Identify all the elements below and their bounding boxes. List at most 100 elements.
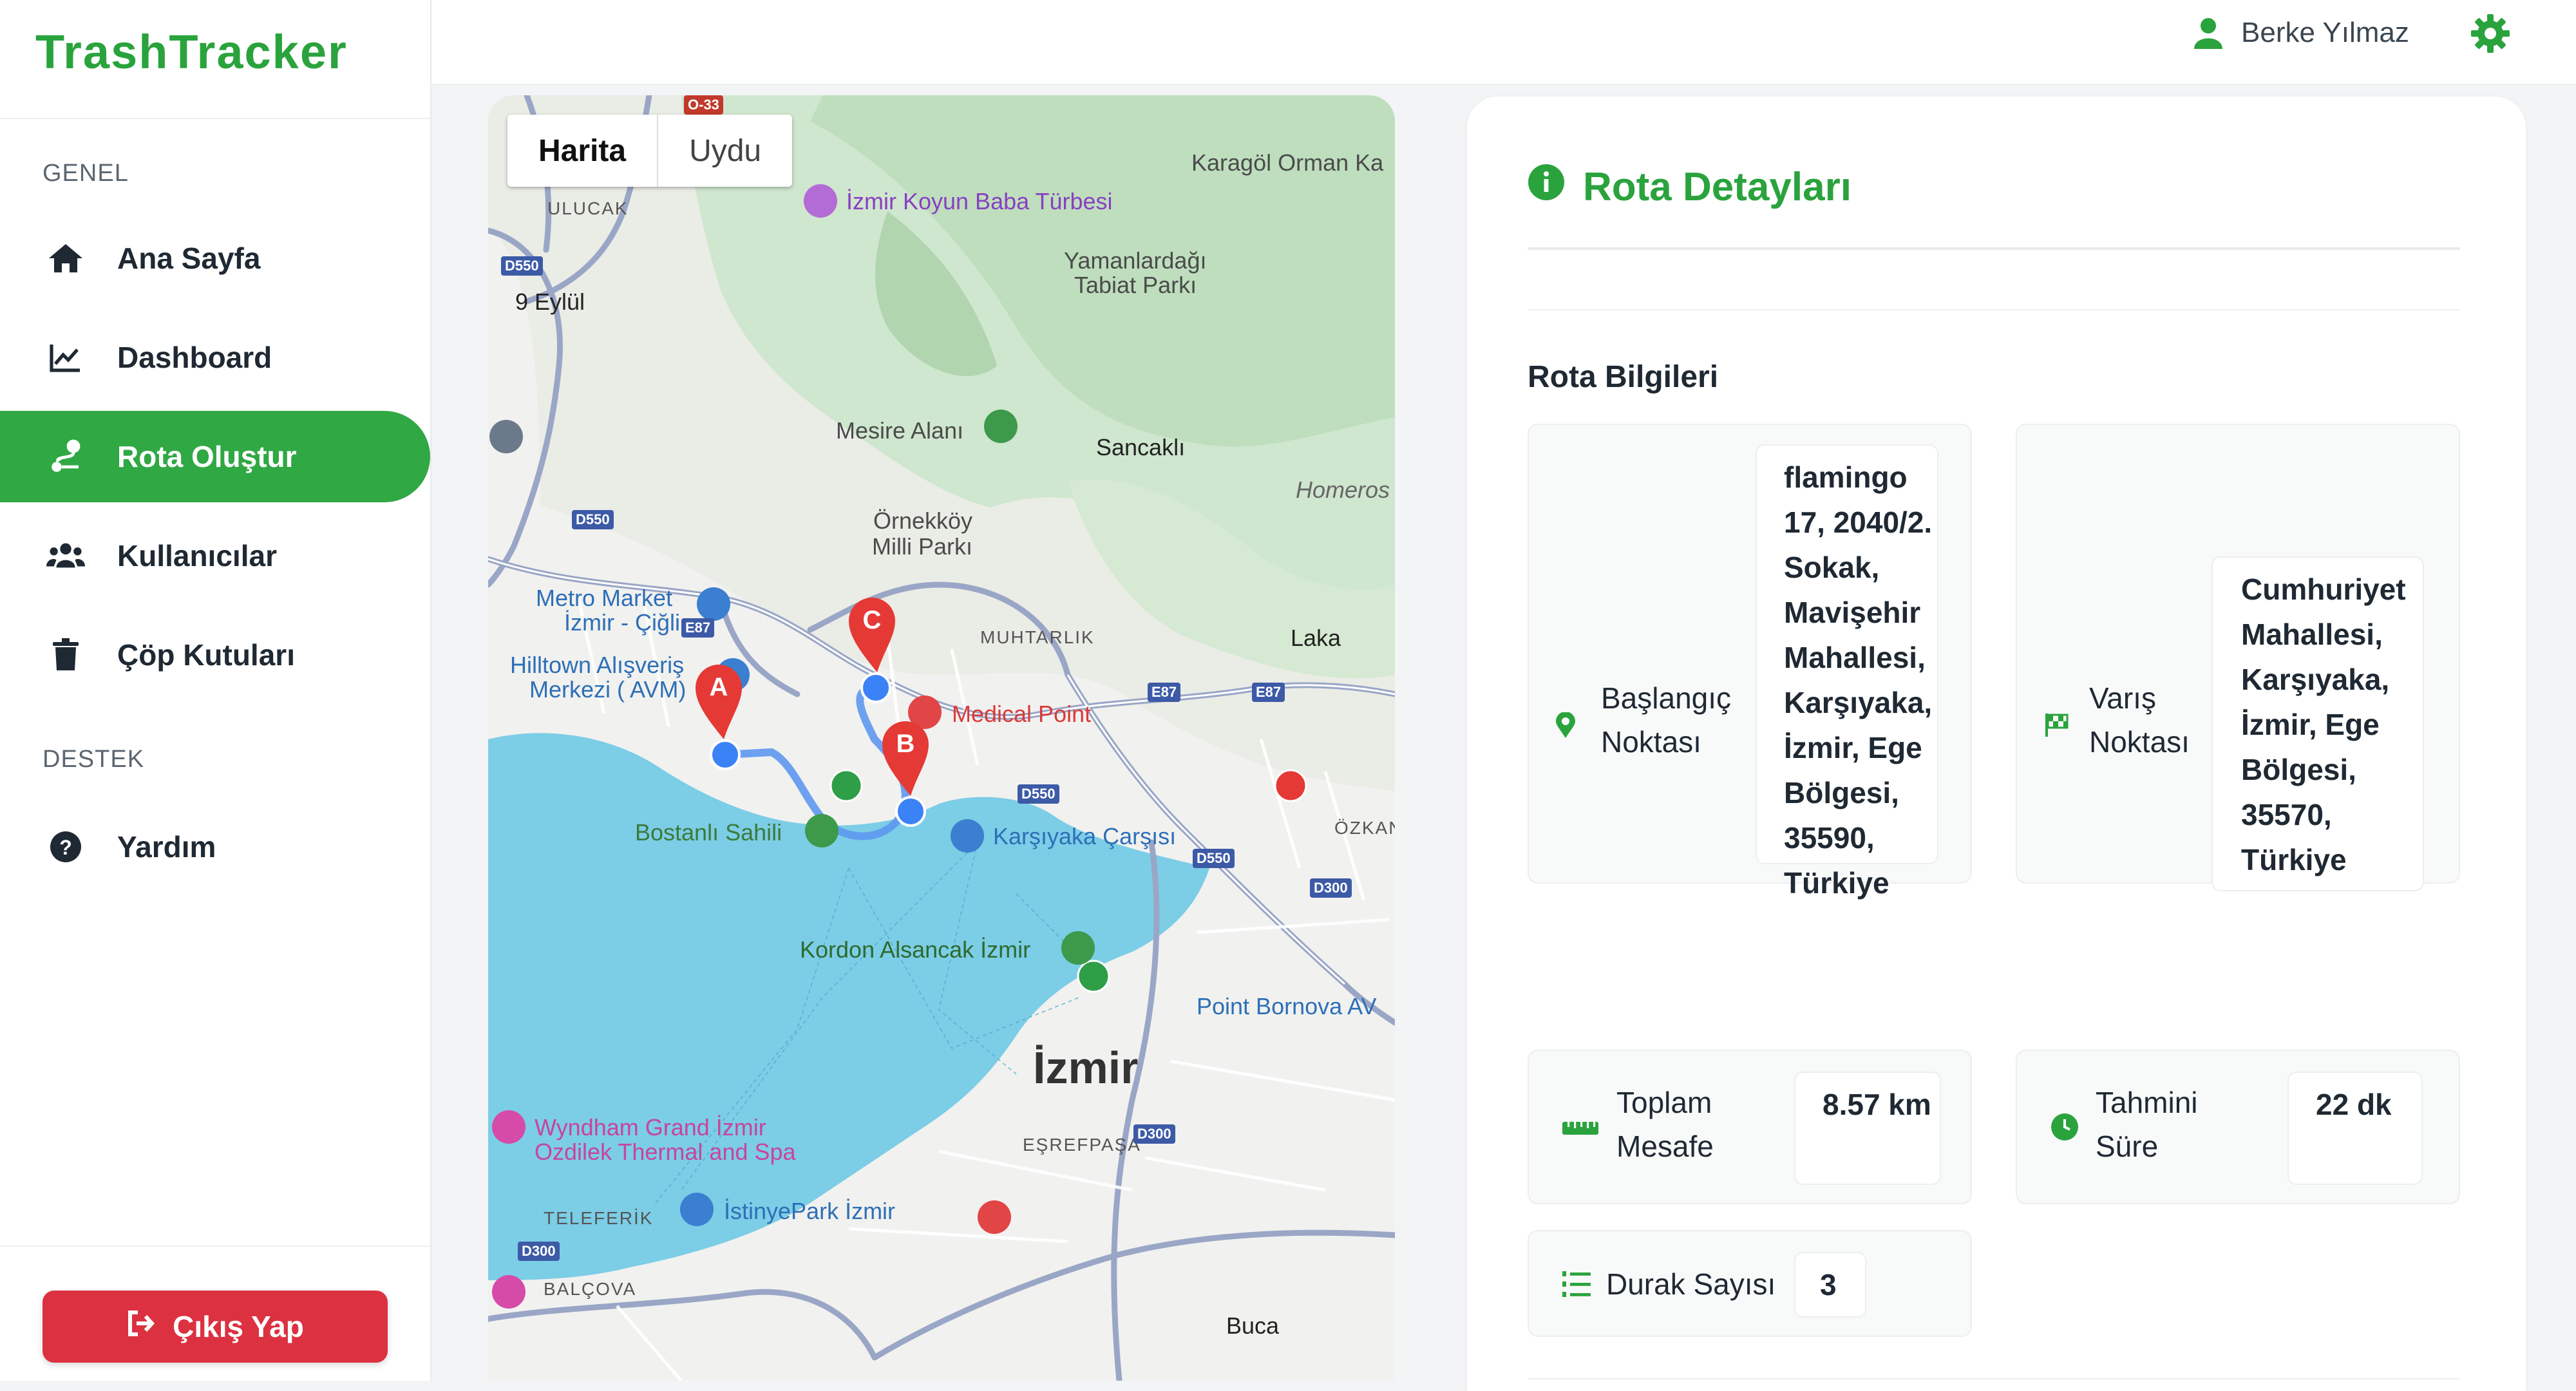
map-label: Kordon Alsancak İzmir (800, 936, 1031, 963)
sidebar-item-route-create[interactable]: Rota Oluştur (0, 411, 430, 502)
sidebar-item-label: Dashboard (117, 341, 272, 374)
map-label: Karagöl Orman Ka (1191, 149, 1384, 176)
road-shield: D300 (518, 1242, 560, 1261)
trash-icon (46, 636, 85, 674)
help-icon: ? (46, 828, 85, 866)
svg-text:C: C (863, 606, 882, 634)
chart-line-icon (46, 338, 85, 377)
sidebar-item-label: Yardım (117, 830, 216, 864)
start-point-card: Başlangıç Noktası flamingo 17, 2040/2. S… (1528, 424, 1972, 900)
sidebar-item-label: Rota Oluştur (117, 440, 297, 473)
sidebar-item-trash-bins[interactable]: Çöp Kutuları (0, 609, 430, 701)
section-title: Rota Bilgileri (1528, 360, 1719, 394)
user-name[interactable]: Berke Yılmaz (2241, 17, 2409, 49)
map-label: ÖZKAN (1334, 818, 1395, 838)
map-label: Örnekköy (873, 507, 973, 534)
brand-logo[interactable]: TrashTracker (35, 24, 348, 79)
section-label-support: DESTEK (43, 746, 145, 773)
road-shield: D300 (1133, 1124, 1175, 1144)
route-details-panel: Rota Detayları Rota Bilgileri Başlangıç … (1467, 97, 2526, 1391)
logout-button[interactable]: Çıkış Yap (43, 1291, 388, 1363)
estimated-time-label: Tahmini Süre (2096, 1086, 2198, 1163)
panel-title-text: Rota Detayları (1583, 165, 1852, 209)
total-distance-value: 8.57 km (1794, 1072, 1941, 1185)
ruler-icon (1562, 1118, 1598, 1140)
end-point-value: Cumhuriyet Mahallesi, Karşıyaka, İzmir, … (2211, 556, 2424, 891)
road-shield: O-33 (684, 95, 723, 115)
home-icon (46, 239, 85, 278)
map-label: MUHTARLIK (980, 627, 1095, 647)
title-divider (1528, 247, 2460, 250)
map-label: Yamanlardağı (1064, 247, 1207, 274)
total-distance-card: Toplam Mesafe 8.57 km (1528, 1050, 1972, 1204)
estimated-time-card: Tahmini Süre 22 dk (2016, 1050, 2460, 1204)
map-label: İzmir (1033, 1043, 1139, 1093)
sidebar-item-label: Kullanıcılar (117, 539, 277, 572)
svg-text:A: A (710, 673, 728, 701)
map-label: İzmir - Çiğli (564, 609, 680, 636)
map-label: Buca (1226, 1312, 1280, 1339)
stop-count-card: Durak Sayısı 3 (1528, 1230, 1972, 1337)
list-ol-icon (1562, 1270, 1591, 1301)
sidebar-bottom-divider (0, 1245, 430, 1247)
map-label: Hilltown Alışveriş (510, 652, 685, 678)
flag-checkered-icon (2044, 712, 2069, 740)
section-label-general: GENEL (43, 160, 129, 187)
map-label: Mesire Alanı (836, 417, 964, 444)
svg-text:B: B (896, 730, 915, 758)
stop-count-value: 3 (1794, 1252, 1866, 1318)
map-label: Karşıyaka Çarşısı (993, 823, 1177, 849)
gear-icon[interactable] (2470, 13, 2511, 57)
sidebar-item-label: Çöp Kutuları (117, 638, 295, 672)
map-canvas[interactable]: A B C (488, 95, 1395, 1381)
sidebar-item-dashboard[interactable]: Dashboard (0, 312, 430, 403)
svg-text:?: ? (59, 836, 72, 859)
map-type-toggle: Harita Uydu (507, 115, 793, 187)
brand-divider (0, 118, 430, 119)
map-label: Sancaklı (1096, 434, 1186, 460)
road-shield: D550 (1193, 849, 1235, 868)
end-point-label: Varış Noktası (2089, 681, 2190, 759)
sidebar: TrashTracker GENEL Ana Sayfa Dashboard R… (0, 0, 431, 1381)
map-type-satellite-button[interactable]: Uydu (658, 115, 792, 187)
road-shield: D550 (501, 256, 543, 276)
top-bar: Berke Yılmaz (431, 0, 2576, 85)
estimated-time-value: 22 dk (2287, 1072, 2423, 1185)
road-shield: E87 (1252, 683, 1285, 702)
map-label: Merkezi ( AVM) (529, 676, 687, 703)
total-distance-label: Toplam Mesafe (1616, 1086, 1714, 1163)
sidebar-item-label: Ana Sayfa (117, 241, 261, 275)
panel-title: Rota Detayları (1528, 164, 1852, 211)
sidebar-item-help[interactable]: ? Yardım (0, 801, 430, 893)
map-label: Point Bornova AV (1197, 993, 1377, 1019)
route-map[interactable]: A B C Karagöl Orman Ka İzmir Koyun Baba … (488, 95, 1395, 1381)
map-label: Bostanlı Sahili (635, 819, 782, 846)
sidebar-item-home[interactable]: Ana Sayfa (0, 213, 430, 304)
map-label: ULUCAK (547, 198, 629, 218)
users-icon (46, 536, 85, 575)
map-label: Medical Point (952, 701, 1092, 727)
info-icon (1528, 164, 1565, 211)
road-shield: D550 (572, 510, 614, 529)
map-label: Metro Market (536, 585, 673, 611)
map-type-map-button[interactable]: Harita (507, 115, 659, 187)
road-shield: D550 (1018, 784, 1059, 804)
user-icon (2193, 17, 2224, 52)
road-shield: E87 (681, 618, 715, 638)
logout-label: Çıkış Yap (173, 1310, 304, 1343)
end-point-card: Varış Noktası Cumhuriyet Mahallesi, Karş… (2016, 424, 2460, 891)
road-shield: D300 (1310, 878, 1352, 898)
route-icon (46, 437, 85, 476)
map-label: Homeros (1296, 477, 1390, 503)
map-label: İstinyePark İzmir (724, 1198, 896, 1224)
map-label: 9 Eylül (515, 289, 585, 315)
sidebar-item-users[interactable]: Kullanıcılar (0, 510, 430, 601)
map-label: BALÇOVA (544, 1279, 637, 1299)
clock-icon (2050, 1113, 2079, 1144)
panel-bottom-divider (1528, 1378, 2460, 1379)
map-label: İzmir Koyun Baba Türbesi (846, 188, 1113, 214)
map-label: EŞREFPAŞA (1023, 1135, 1141, 1155)
map-label: Wyndham Grand İzmir (535, 1114, 766, 1140)
map-label: TELEFERİK (544, 1208, 654, 1228)
road-shield: E87 (1148, 683, 1181, 702)
